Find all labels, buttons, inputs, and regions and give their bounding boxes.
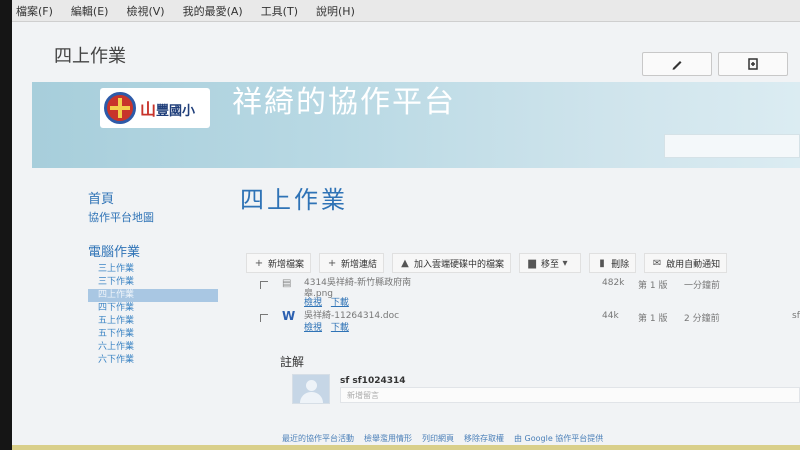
school-logo[interactable]: 山豐國小 xyxy=(100,88,210,128)
add-from-drive-button[interactable]: ▲ 加入雲端硬碟中的檔案 xyxy=(392,253,512,273)
school-name: 山豐國小 xyxy=(140,96,195,120)
delete-button[interactable]: ▮ 刪除 xyxy=(589,253,637,273)
sidebar-item-g4-second[interactable]: 四下作業 xyxy=(88,302,218,315)
view-link[interactable]: 檢視 xyxy=(304,323,322,333)
plus-icon: + xyxy=(327,257,337,269)
comment-user-name: sf sf1024314 xyxy=(340,376,406,386)
sidebar-item-g4-first[interactable]: 四上作業 xyxy=(88,289,218,302)
browser-screen: 檔案(F) 編輯(E) 檢視(V) 我的最愛(A) 工具(T) 說明(H) 四上… xyxy=(12,0,800,450)
banner-title: 祥綺的協作平台 xyxy=(232,85,456,120)
comment-placeholder: 新增留言 xyxy=(347,391,379,400)
pencil-icon xyxy=(672,61,682,70)
site-title: 四上作業 xyxy=(54,46,126,67)
sidebar-item-g5-first[interactable]: 五上作業 xyxy=(88,315,218,328)
comments-heading: 註解 xyxy=(280,355,305,369)
file-owner: sf xyxy=(792,311,800,321)
sidebar-nav: 首頁 協作平台地圖 電腦作業 三上作業 三下作業 四上作業 四下作業 五上作業 … xyxy=(88,188,238,367)
move-label: 移至 xyxy=(541,259,560,270)
sidebar-item-g3-second[interactable]: 三下作業 xyxy=(88,276,218,289)
view-link[interactable]: 檢視 xyxy=(304,298,322,308)
file-actions: 檢視 下載 xyxy=(304,320,355,333)
file-date: 2 分鐘前 xyxy=(684,314,720,324)
file-version: 第 1 版 xyxy=(638,314,668,324)
add-link-label: 新增連結 xyxy=(341,259,378,270)
file-checkbox[interactable] xyxy=(260,281,268,289)
plus-icon: + xyxy=(254,257,264,269)
site-search-input[interactable] xyxy=(664,134,800,158)
folder-icon: ▆ xyxy=(528,257,536,269)
sidebar-section-computer[interactable]: 電腦作業 xyxy=(88,241,238,260)
download-link[interactable]: 下載 xyxy=(331,298,349,308)
menu-edit[interactable]: 編輯(E) xyxy=(71,3,109,19)
menu-file[interactable]: 檔案(F) xyxy=(16,3,53,19)
school-name-mountain: 山 xyxy=(140,100,157,119)
chevron-down-icon: ▾ xyxy=(562,257,568,269)
file-toolbar: + 新增檔案 + 新增連結 ▲ 加入雲端硬碟中的檔案 ▆ 移至 ▾ ▮ 刪除 ✉… xyxy=(246,252,800,274)
add-from-drive-label: 加入雲端硬碟中的檔案 xyxy=(414,259,505,270)
menu-help[interactable]: 說明(H) xyxy=(316,3,355,19)
sidebar-item-g6-second[interactable]: 六下作業 xyxy=(88,354,218,367)
image-file-icon: ▤ xyxy=(282,278,292,289)
site-banner: 山豐國小 祥綺的協作平台 xyxy=(32,82,800,168)
drive-icon: ▲ xyxy=(401,257,409,269)
move-button[interactable]: ▆ 移至 ▾ xyxy=(519,253,582,273)
browser-menu-bar: 檔案(F) 編輯(E) 檢視(V) 我的最愛(A) 工具(T) 說明(H) xyxy=(12,0,800,22)
file-actions: 檢視 下載 xyxy=(304,295,355,308)
sidebar-item-g5-second[interactable]: 五下作業 xyxy=(88,328,218,341)
sidebar-home[interactable]: 首頁 xyxy=(88,188,238,207)
trash-icon: ▮ xyxy=(599,257,605,269)
add-file-label: 新增檔案 xyxy=(268,259,305,270)
add-file-button[interactable]: + 新增檔案 xyxy=(246,253,312,273)
subscribe-button[interactable]: ✉ 啟用自動通知 xyxy=(644,253,728,273)
sidebar-item-g6-first[interactable]: 六上作業 xyxy=(88,341,218,354)
word-file-icon: W xyxy=(282,309,296,323)
footer-bar xyxy=(12,445,800,450)
add-link-button[interactable]: + 新增連結 xyxy=(319,253,385,273)
school-emblem-icon xyxy=(104,92,136,124)
menu-favorites[interactable]: 我的最愛(A) xyxy=(183,3,243,19)
menu-view[interactable]: 檢視(V) xyxy=(126,3,164,19)
avatar xyxy=(292,374,330,404)
new-page-icon xyxy=(748,58,758,70)
mail-icon: ✉ xyxy=(652,257,662,269)
sidebar-item-g3-first[interactable]: 三上作業 xyxy=(88,263,218,276)
download-link[interactable]: 下載 xyxy=(331,323,349,333)
sidebar-sitemap[interactable]: 協作平台地圖 xyxy=(88,209,238,225)
file-version: 第 1 版 xyxy=(638,281,668,291)
delete-label: 刪除 xyxy=(611,259,630,270)
file-checkbox[interactable] xyxy=(260,314,268,322)
file-date: 一分鐘前 xyxy=(684,281,721,291)
school-name-rest: 豐國小 xyxy=(156,104,196,119)
page-title: 四上作業 xyxy=(240,186,348,214)
file-size: 44k xyxy=(602,311,619,321)
comment-input[interactable]: 新增留言 xyxy=(340,387,800,403)
menu-tools[interactable]: 工具(T) xyxy=(261,3,298,19)
edit-page-button[interactable] xyxy=(642,52,712,76)
avatar-body-icon xyxy=(300,392,323,403)
avatar-head-icon xyxy=(306,380,317,391)
new-page-button[interactable] xyxy=(718,52,788,76)
subscribe-label: 啟用自動通知 xyxy=(666,259,721,270)
file-size: 482k xyxy=(602,278,625,288)
